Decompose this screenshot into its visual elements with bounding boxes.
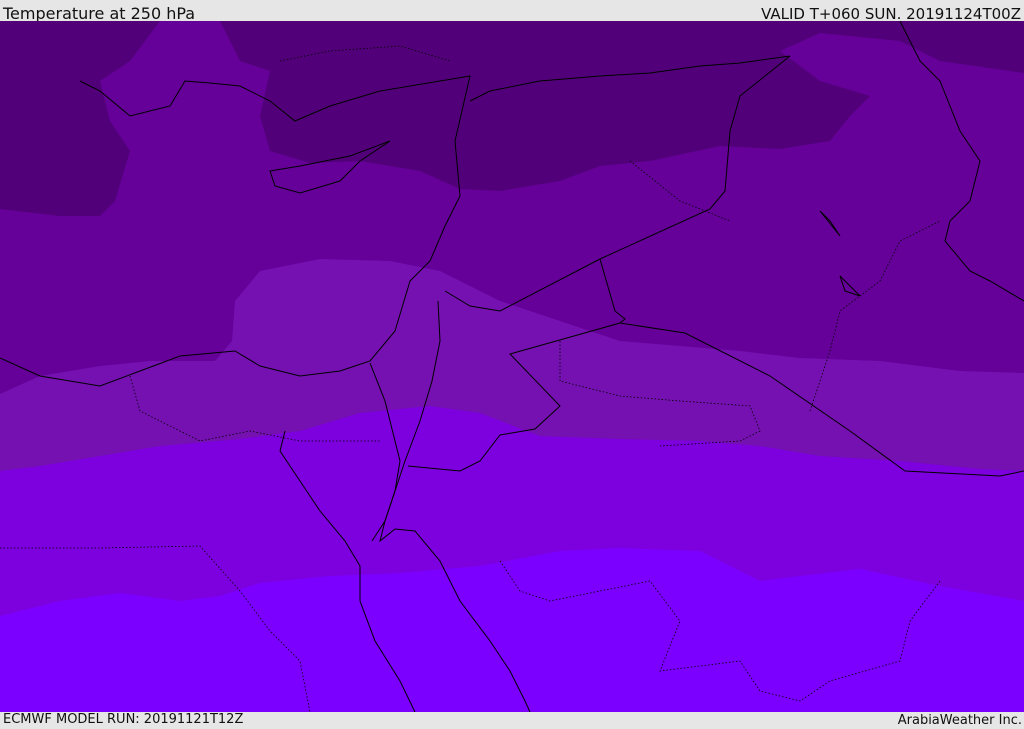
header-bar: Temperature at 250 hPa VALID T+060 SUN. … — [0, 0, 1024, 23]
credit: ArabiaWeather Inc. — [897, 713, 1022, 728]
temperature-map — [0, 21, 1024, 712]
model-run: ECMWF MODEL RUN: 20191121T12Z — [3, 712, 244, 727]
footer-bar: ECMWF MODEL RUN: 20191121T12Z ArabiaWeat… — [0, 712, 1024, 729]
